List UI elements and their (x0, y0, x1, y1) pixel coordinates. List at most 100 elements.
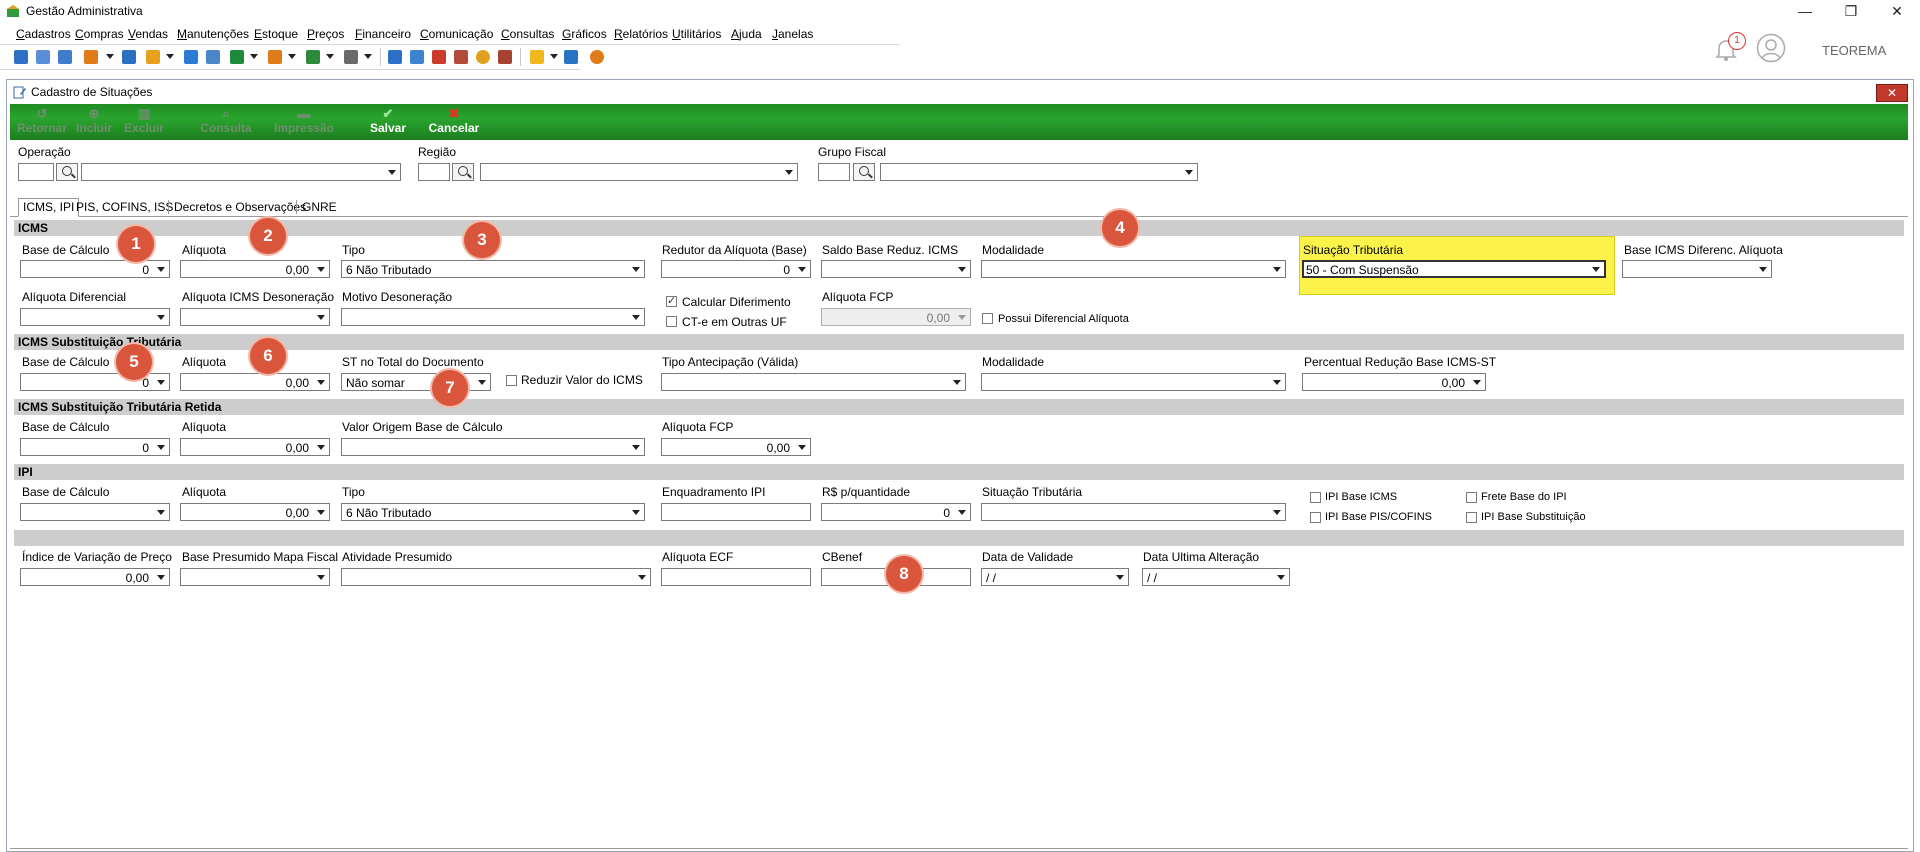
report-icon[interactable] (454, 50, 468, 64)
grupo-fiscal-code-input[interactable] (818, 163, 850, 181)
menu-utilitarios[interactable]: Utilitários (672, 27, 721, 41)
retida-base-calculo-select[interactable]: 0 (20, 438, 170, 456)
menu-relatorios[interactable]: Relatórios (614, 27, 668, 41)
operacao-code-input[interactable] (18, 163, 54, 181)
possui-diferencial-checkbox[interactable] (982, 313, 993, 324)
icms-aliquota-fcp-select[interactable]: 0,00 (821, 308, 971, 326)
st-total-documento-select[interactable]: Não somar (341, 373, 491, 391)
regiao-search-button[interactable] (452, 163, 474, 181)
menu-financeiro[interactable]: Financeiro (355, 27, 411, 41)
regiao-code-input[interactable] (418, 163, 450, 181)
aliquota-ecf-input[interactable] (661, 568, 811, 586)
st-modalidade-select[interactable] (981, 373, 1286, 391)
tab-gnre[interactable]: GNRE (298, 199, 341, 215)
operacao-select[interactable] (81, 163, 401, 181)
menu-estoque[interactable]: Estoque (254, 27, 298, 41)
chevron-down-icon[interactable] (288, 54, 296, 59)
info-icon[interactable] (564, 50, 578, 64)
tipo-antecipacao-select[interactable] (661, 373, 966, 391)
chevron-down-icon[interactable] (326, 54, 334, 59)
chevron-down-icon[interactable] (550, 54, 558, 59)
enquadramento-ipi-input[interactable] (661, 503, 811, 521)
impressao-button[interactable]: ▬ Impressão (268, 107, 340, 139)
indice-variacao-select[interactable]: 0,00 (20, 568, 170, 586)
tab-pis-cofins-iss[interactable]: PIS, COFINS, ISS (72, 199, 177, 215)
chevron-down-icon[interactable] (364, 54, 372, 59)
menu-compras[interactable]: Compras (75, 27, 124, 41)
minimize-button[interactable]: — (1782, 0, 1828, 22)
ipi-tipo-select[interactable]: 6 Não Tributado (341, 503, 645, 521)
icms-modalidade-select[interactable] (981, 260, 1286, 278)
calculator-icon[interactable] (184, 50, 198, 64)
document-icon[interactable] (14, 50, 28, 64)
cancelar-button[interactable]: ✖ Cancelar (426, 107, 482, 139)
menu-janelas[interactable]: Janelas (772, 27, 813, 41)
cart-icon[interactable] (230, 50, 244, 64)
close-window-button[interactable]: ✕ (1876, 84, 1908, 102)
valor-origem-select[interactable] (341, 438, 645, 456)
icms-base-calculo-select[interactable]: 0 (20, 260, 170, 278)
book-icon[interactable] (122, 50, 136, 64)
menu-consultas[interactable]: Consultas (501, 27, 554, 41)
ipi-aliquota-select[interactable]: 0,00 (180, 503, 330, 521)
icms-tipo-select[interactable]: 6 Não Tributado (341, 260, 645, 278)
retida-aliquota-select[interactable]: 0,00 (180, 438, 330, 456)
window-icon[interactable] (388, 50, 402, 64)
rs-quantidade-select[interactable]: 0 (821, 503, 971, 521)
cte-outras-uf-checkbox[interactable] (666, 316, 677, 327)
aliquota-diferencial-select[interactable] (20, 308, 170, 326)
st-aliquota-select[interactable]: 0,00 (180, 373, 330, 391)
data-ultima-alteracao-select[interactable]: / / (1142, 568, 1290, 586)
folder-icon[interactable] (146, 50, 160, 64)
ipi-base-icms-checkbox[interactable] (1310, 492, 1321, 503)
menu-comunicacao[interactable]: Comunicação (420, 27, 493, 41)
frete-base-ipi-checkbox[interactable] (1466, 492, 1477, 503)
base-presumido-select[interactable] (180, 568, 330, 586)
grupo-fiscal-select[interactable] (880, 163, 1198, 181)
menu-precos[interactable]: Preços (307, 27, 344, 41)
clock-icon[interactable] (476, 50, 490, 64)
printer-icon[interactable] (344, 50, 358, 64)
motivo-desoneracao-select[interactable] (341, 308, 645, 326)
retornar-button[interactable]: ↺ Retornar (16, 107, 68, 139)
star-icon[interactable] (530, 50, 544, 64)
incluir-button[interactable]: ⊕ Incluir (72, 107, 116, 139)
redutor-aliquota-select[interactable]: 0 (661, 260, 811, 278)
aliquota-desoneracao-select[interactable] (180, 308, 330, 326)
power-icon[interactable] (590, 50, 604, 64)
calcular-diferimento-checkbox[interactable] (666, 294, 677, 307)
search-document-icon[interactable] (498, 50, 512, 64)
saldo-base-select[interactable] (821, 260, 971, 278)
card-icon[interactable] (58, 50, 72, 64)
menu-ajuda[interactable]: Ajuda (731, 27, 762, 41)
tab-icms-ipi[interactable]: ICMS, IPI (18, 198, 80, 217)
base-icms-diferenc-select[interactable] (1622, 260, 1772, 278)
close-app-button[interactable]: ✕ (1874, 0, 1920, 22)
consulta-button[interactable]: ⌕ Consulta (198, 107, 254, 139)
menu-graficos[interactable]: Gráficos (562, 27, 607, 41)
hierarchy-icon[interactable] (84, 50, 98, 64)
register-icon[interactable] (206, 50, 220, 64)
calendar-date-icon[interactable] (432, 50, 446, 64)
tab-decretos-observacoes[interactable]: Decretos e Observações (170, 199, 310, 215)
menu-vendas[interactable]: Vendas (128, 27, 168, 41)
chevron-down-icon[interactable] (166, 54, 174, 59)
calendar-icon[interactable] (410, 50, 424, 64)
ipi-situacao-tributaria-select[interactable] (981, 503, 1286, 521)
icms-situacao-tributaria-select[interactable]: 50 - Com Suspensão (1302, 260, 1606, 278)
ipi-base-subst-checkbox[interactable] (1466, 512, 1477, 523)
data-validade-select[interactable]: / / (981, 568, 1129, 586)
grupo-fiscal-search-button[interactable] (853, 163, 875, 181)
restore-button[interactable]: ❐ (1828, 0, 1874, 22)
reduzir-valor-icms-checkbox[interactable] (506, 375, 517, 386)
regiao-select[interactable] (480, 163, 798, 181)
retida-aliquota-fcp-select[interactable]: 0,00 (661, 438, 811, 456)
menu-manutencoes[interactable]: Manutenções (177, 27, 249, 41)
chevron-down-icon[interactable] (250, 54, 258, 59)
chevron-down-icon[interactable] (106, 54, 114, 59)
ipi-base-calculo-select[interactable] (20, 503, 170, 521)
avatar-icon[interactable] (1756, 33, 1786, 63)
atividade-presumido-select[interactable] (341, 568, 651, 586)
box-icon[interactable] (268, 50, 282, 64)
salvar-button[interactable]: ✔ Salvar (366, 107, 410, 139)
